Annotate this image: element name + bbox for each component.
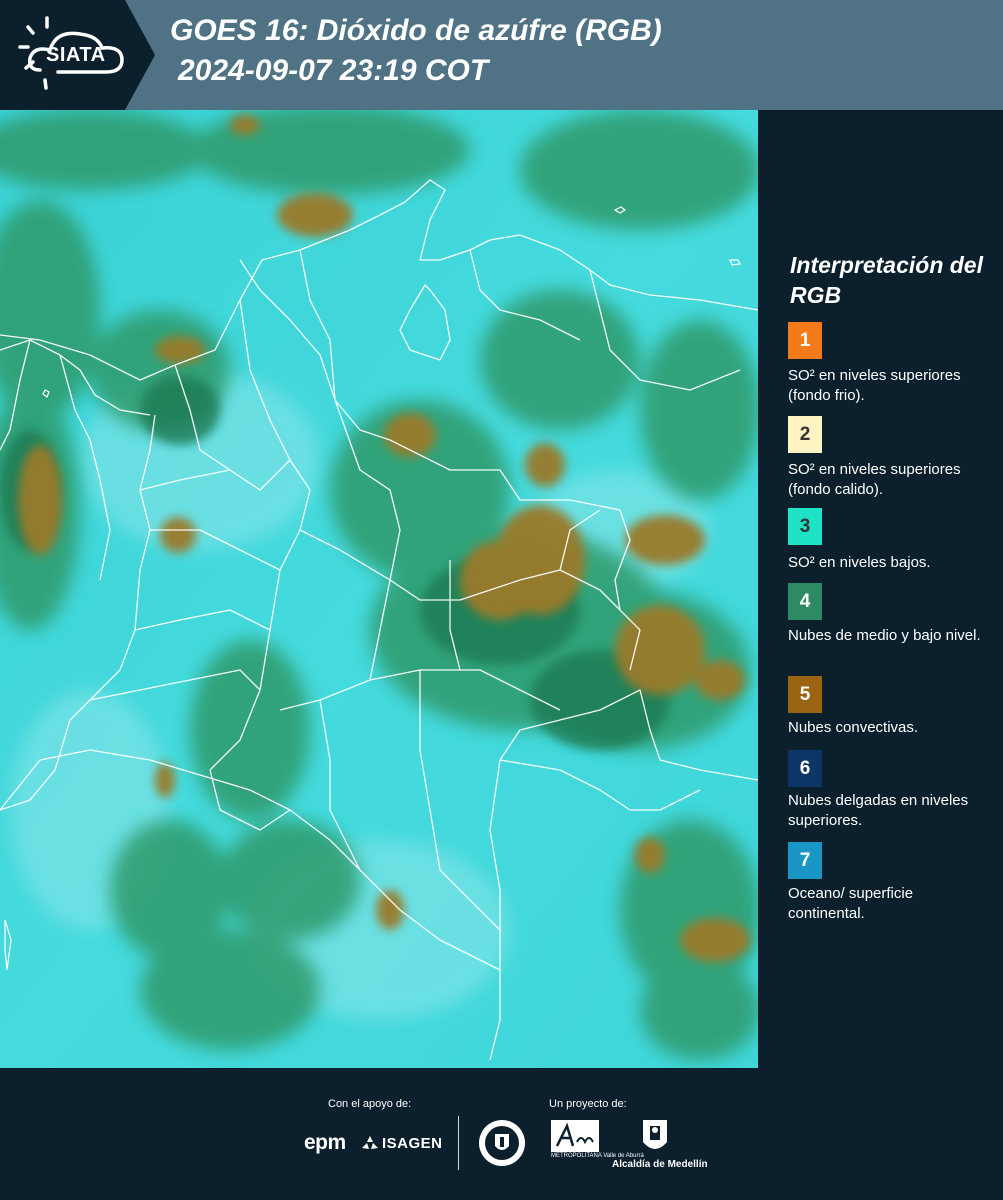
- legend-swatch-4: 4: [788, 583, 822, 620]
- legend-desc-6: Nubes delgadas en niveles superiores.: [788, 792, 969, 829]
- siata-logo-text: SIATA: [46, 44, 106, 66]
- header-bar: SIATA GOES 16: Dióxido de azúfre (RGB) 2…: [0, 0, 1003, 110]
- siata-logo: SIATA: [0, 0, 155, 110]
- legend-desc-1: SO² en niveles superiores (fondo frio).: [788, 367, 961, 404]
- legend-swatch-1: 1: [788, 322, 822, 359]
- isagen-mark-icon: [362, 1136, 378, 1149]
- satellite-map: [0, 110, 758, 1068]
- legend-swatch-3: 3: [788, 508, 822, 545]
- legend-swatch-7: 7: [788, 842, 822, 879]
- legend-desc-2: SO² en niveles superiores (fondo calido)…: [788, 461, 961, 498]
- area-metropolitana-logo-icon: [551, 1120, 599, 1152]
- legend-desc-5: Nubes convectivas.: [788, 719, 919, 736]
- legend-panel: Interpretación del RGB 1 SO² en niveles …: [758, 110, 1003, 1068]
- legend-swatch-5: 5: [788, 676, 822, 713]
- page-timestamp: 2024-09-07 23:19 COT: [178, 54, 489, 87]
- isagen-logo: ISAGEN: [382, 1135, 443, 1152]
- epm-logo: epm: [304, 1131, 346, 1154]
- alcaldia-medellin-text: Alcaldía de Medellín: [612, 1159, 708, 1170]
- footer-divider: [458, 1116, 459, 1170]
- legend-desc-4: Nubes de medio y bajo nivel.: [788, 627, 981, 644]
- page-title: GOES 16: Dióxido de azúfre (RGB): [170, 14, 662, 47]
- legend-swatch-6: 6: [788, 750, 822, 787]
- project-label: Un proyecto de:: [549, 1098, 627, 1110]
- medellin-seal-icon: [479, 1120, 525, 1166]
- alcaldia-shield-icon: [643, 1120, 667, 1149]
- legend-title: Interpretación del RGB: [790, 252, 983, 308]
- footer-bar: Con el apoyo de: Un proyecto de: epm ISA…: [0, 1068, 1003, 1200]
- legend-desc-7: Oceano/ superficie continental.: [788, 885, 914, 922]
- support-label: Con el apoyo de:: [328, 1098, 412, 1110]
- legend-desc-3: SO² en niveles bajos.: [788, 554, 931, 571]
- legend-swatch-2: 2: [788, 416, 822, 453]
